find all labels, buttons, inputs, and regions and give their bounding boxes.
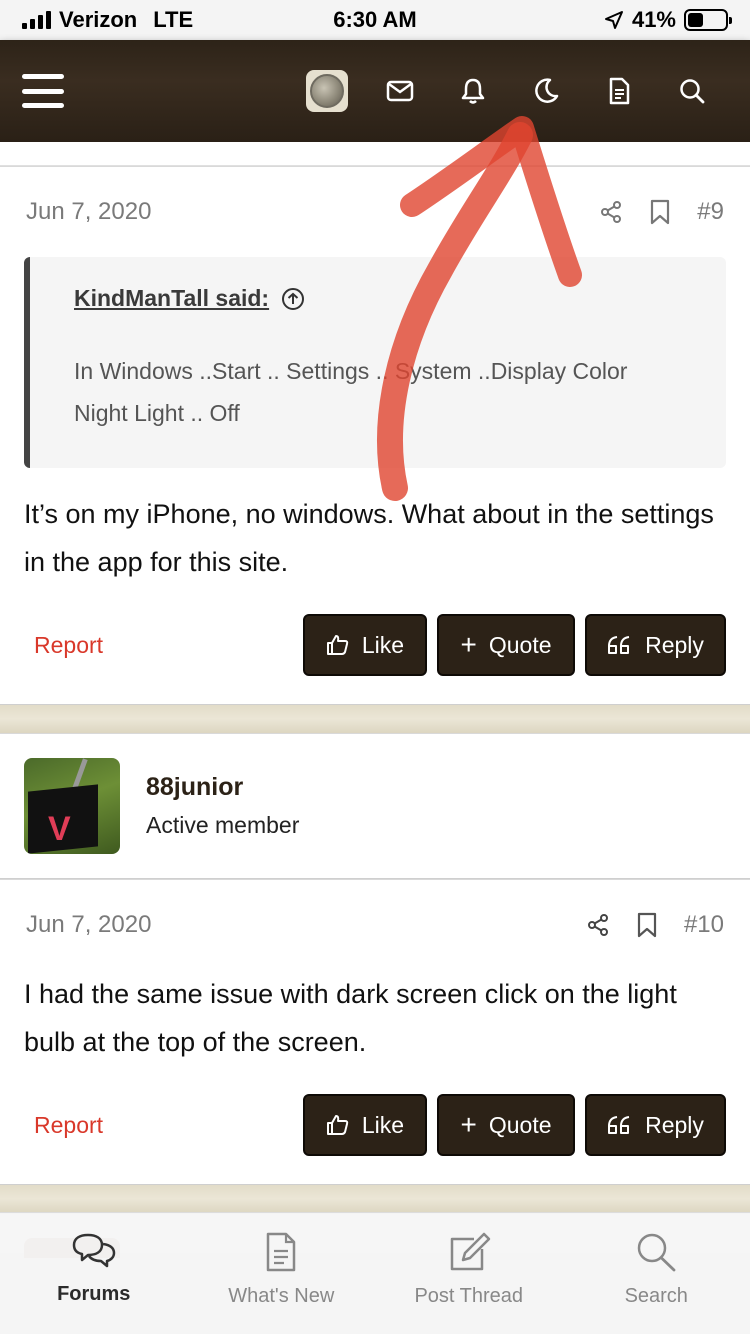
carrier: Verizon xyxy=(59,7,138,32)
thread-feed: Jun 7, 2020 #9 KindManTall said: In Wind… xyxy=(0,142,750,1258)
post-number[interactable]: #9 xyxy=(697,198,724,226)
bookmark-icon[interactable] xyxy=(636,912,658,938)
bookmark-icon[interactable] xyxy=(649,199,671,225)
battery-icon xyxy=(684,9,732,31)
quote-label: Quote xyxy=(488,631,552,658)
member-title: Active member xyxy=(146,812,300,838)
signal-icon xyxy=(22,11,51,29)
quote-label: Quote xyxy=(488,1111,552,1138)
quote-text: In Windows ..Start .. Settings .. System… xyxy=(74,358,628,426)
post-body: I had the same issue with dark screen cl… xyxy=(24,979,677,1057)
tab-whats-new[interactable]: What's New xyxy=(188,1213,376,1334)
document-icon[interactable] xyxy=(582,61,655,121)
app-header xyxy=(0,40,750,142)
tab-search[interactable]: Search xyxy=(563,1213,750,1334)
account-avatar[interactable] xyxy=(290,61,363,121)
plus-icon: + xyxy=(460,629,477,660)
post-date[interactable]: Jun 7, 2020 xyxy=(26,198,599,226)
search-icon xyxy=(638,1233,676,1272)
menu-icon[interactable] xyxy=(22,74,64,108)
network-type: LTE xyxy=(153,7,194,32)
reply-button[interactable]: Reply xyxy=(585,614,726,676)
plus-icon: + xyxy=(460,1109,477,1140)
share-icon[interactable] xyxy=(586,913,610,937)
post-10: Jun 7, 2020 #10 I had the same issue wit… xyxy=(0,879,750,1185)
quote-button[interactable]: + Quote xyxy=(437,614,575,676)
member-card: V 88junior Active member xyxy=(0,733,750,879)
document-icon xyxy=(267,1232,296,1272)
tab-label: Search xyxy=(624,1285,688,1307)
report-link[interactable]: Report xyxy=(34,632,293,659)
reply-label: Reply xyxy=(645,631,704,658)
like-button[interactable]: Like xyxy=(303,1094,427,1156)
quote-author[interactable]: KindManTall said: xyxy=(74,285,269,312)
envelope-icon[interactable] xyxy=(363,61,436,121)
like-label: Like xyxy=(361,1111,405,1138)
post-separator xyxy=(0,705,750,733)
member-avatar[interactable]: V xyxy=(24,758,120,854)
bottom-tab-bar: Forums What's New Post Thread Search xyxy=(0,1212,750,1334)
report-link[interactable]: Report xyxy=(34,1112,293,1139)
battery-percent: 41% xyxy=(631,7,676,32)
post-9: Jun 7, 2020 #9 KindManTall said: In Wind… xyxy=(0,166,750,705)
quote-block: KindManTall said: In Windows ..Start .. … xyxy=(24,257,726,468)
post-separator xyxy=(0,1185,750,1213)
location-icon xyxy=(604,11,623,29)
search-icon[interactable] xyxy=(655,61,728,121)
edit-icon xyxy=(450,1232,490,1271)
quote-button[interactable]: + Quote xyxy=(437,1094,575,1156)
tab-label: What's New xyxy=(228,1285,335,1307)
tab-label: Post Thread xyxy=(414,1285,524,1307)
quote-marks-icon xyxy=(608,1116,630,1134)
thumbs-up-icon xyxy=(326,1115,349,1135)
like-button[interactable]: Like xyxy=(303,614,427,676)
reply-button[interactable]: Reply xyxy=(585,1094,726,1156)
thumbs-up-icon xyxy=(326,635,349,655)
chat-bubbles-icon xyxy=(72,1233,115,1268)
quote-marks-icon xyxy=(608,636,630,654)
bell-icon[interactable] xyxy=(436,61,509,121)
share-icon[interactable] xyxy=(599,200,623,224)
post-number[interactable]: #10 xyxy=(684,911,724,939)
post-body: It’s on my iPhone, no windows. What abou… xyxy=(24,499,714,577)
status-bar: Verizon LTE 6:30 AM 41% xyxy=(0,0,750,40)
arrow-up-circle-icon[interactable] xyxy=(281,287,305,311)
tab-label: Forums xyxy=(57,1283,131,1305)
tab-post-thread[interactable]: Post Thread xyxy=(375,1213,563,1334)
moon-icon[interactable] xyxy=(509,61,582,121)
post-date[interactable]: Jun 7, 2020 xyxy=(26,911,586,939)
member-username[interactable]: 88junior xyxy=(146,773,299,802)
reply-label: Reply xyxy=(645,1111,704,1138)
like-label: Like xyxy=(361,631,405,658)
tab-forums[interactable]: Forums xyxy=(0,1213,188,1334)
